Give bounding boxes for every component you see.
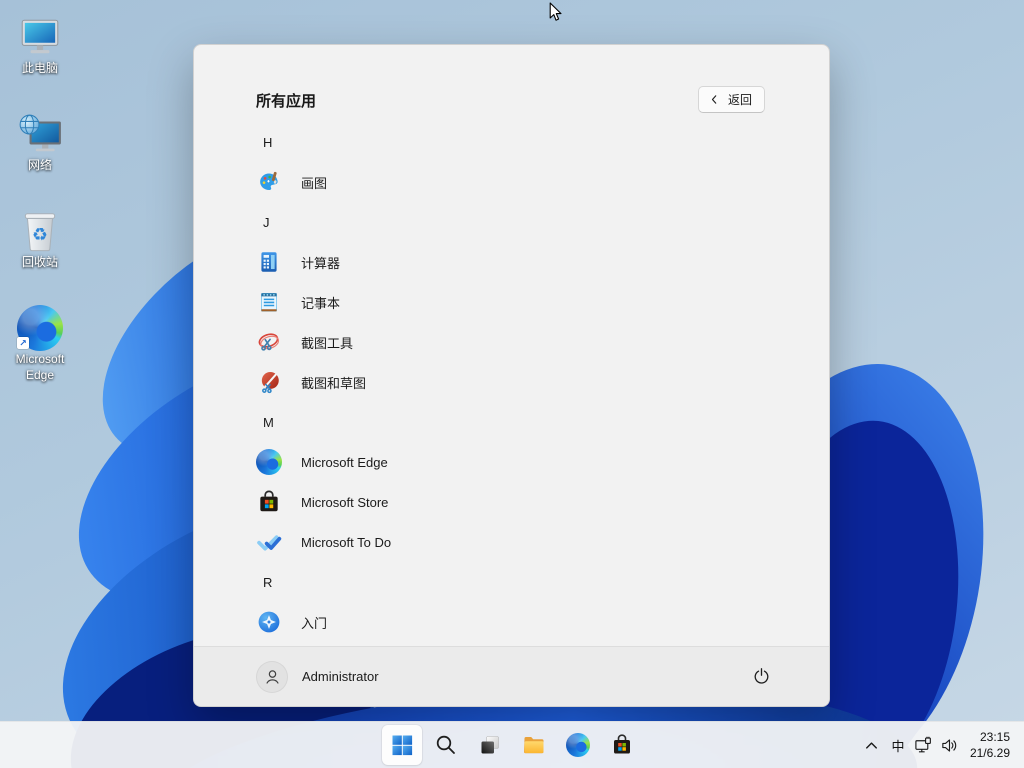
volume-tray-button[interactable] [937,726,963,764]
network-tray-icon [914,736,933,755]
store-icon [610,733,634,757]
desktop-icon-edge-shortcut[interactable]: ↗ Microsoft Edge [1,305,79,402]
task-view-icon [478,733,502,757]
app-label: 记事本 [301,295,341,311]
desktop-icon-label: 此电脑 [21,61,58,75]
store-icon [256,489,282,515]
app-list-item[interactable]: 记事本 [194,282,829,322]
app-label: 画图 [301,175,328,191]
mouse-cursor [549,2,563,23]
this-pc-icon [17,14,63,60]
get-started-icon [256,609,282,635]
user-name: Administrator [302,669,379,684]
search-icon [434,733,458,757]
power-button[interactable] [743,659,779,695]
app-label: 截图和草图 [301,375,367,391]
paint-icon [256,169,282,195]
app-list-item[interactable]: Microsoft To Do [194,522,829,562]
back-button[interactable]: 返回 [697,86,765,113]
app-list-item[interactable]: 入门 [194,602,829,642]
start-menu-panel: 所有应用 返回 H 画图 J 计算器记事本截图工具截图和草图 M Microsoft Ed… [193,44,830,707]
taskbar-store-button[interactable] [602,725,642,765]
start-menu-footer: Administrator [194,646,829,706]
app-label: Microsoft To Do [301,534,392,550]
chevron-left-icon [708,93,721,106]
volume-icon [940,736,959,755]
taskbar-tray: 中 23:15 21/6.29 [859,722,1024,768]
app-list-item[interactable]: 截图工具 [194,322,829,362]
taskbar-edge-button[interactable] [558,725,598,765]
app-list: H 画图 J 计算器记事本截图工具截图和草图 M Microsoft Edge Micros… [194,122,829,642]
taskbar: 中 23:15 21/6.29 [0,721,1024,768]
network-tray-button[interactable] [911,726,937,764]
taskbar-start-button[interactable] [382,725,422,765]
ime-indicator[interactable]: 中 [885,726,911,764]
app-label: Microsoft Edge [301,454,388,470]
chevron-up-icon [862,736,881,755]
person-icon [262,666,283,687]
back-button-label: 返回 [727,93,752,107]
taskbar-task-view-button[interactable] [470,725,510,765]
taskbar-file-explorer-button[interactable] [514,725,554,765]
app-section-letter: R [263,574,273,590]
power-icon [751,666,772,687]
app-list-item[interactable]: Microsoft Edge [194,442,829,482]
clock-time: 23:15 [979,729,1010,744]
desktop-icon-recycle-bin[interactable]: ♻ 回收站 [1,208,79,305]
all-apps-title: 所有应用 [256,93,317,110]
taskbar-clock[interactable]: 23:15 21/6.29 [970,729,1010,761]
app-section-letter: J [263,214,270,230]
edge-shortcut-icon: ↗ [17,305,63,351]
desktop-icon-label: Microsoft Edge [15,352,65,382]
user-avatar [256,660,288,693]
app-section-letter: M [263,414,274,430]
desktop-icon-this-pc[interactable]: 此电脑 [1,14,79,111]
tray-chevron-up-button[interactable] [859,726,885,764]
app-list-item[interactable]: Microsoft Store [194,482,829,522]
notepad-icon [256,289,282,315]
recycle-bin-icon: ♻ [17,208,63,254]
clock-date: 21/6.29 [969,746,1010,760]
app-label: 计算器 [301,255,341,271]
app-label: 入门 [301,615,328,631]
svg-text:♻: ♻ [32,225,48,245]
app-list-item[interactable]: 截图和草图 [194,362,829,402]
app-list-item[interactable]: 计算器 [194,242,829,282]
app-label: 截图工具 [301,335,354,351]
edge-icon [566,733,590,757]
taskbar-center-group [382,725,642,765]
calculator-icon [256,249,282,275]
user-button[interactable]: Administrator [256,660,379,693]
folder-icon [522,733,546,757]
desktop-icon-label: 网络 [27,158,52,172]
snip-sketch-icon [256,369,282,395]
desktop-icon-network[interactable]: 网络 [1,111,79,208]
windows-logo-icon [390,733,414,757]
network-icon [17,111,63,157]
todo-icon [256,529,282,555]
desktop-icon-grid: 此电脑网络 ♻ 回收站 ↗ Microsoft Edge [1,14,79,402]
desktop-icon-label: 回收站 [21,255,58,269]
edge-icon [256,449,282,475]
app-list-item[interactable]: 画图 [194,162,829,202]
snipping-tool-icon [256,329,282,355]
app-section-letter: H [263,134,273,150]
app-label: Microsoft Store [301,494,389,510]
taskbar-search-button[interactable] [426,725,466,765]
